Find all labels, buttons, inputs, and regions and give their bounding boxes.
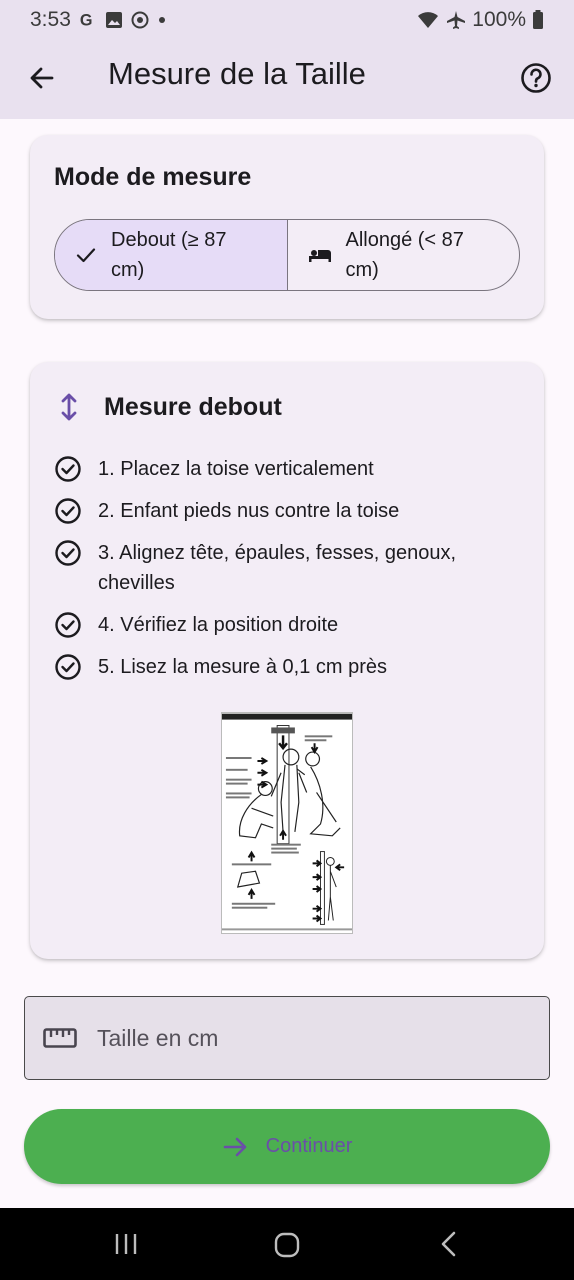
mode-segmented-control: Debout (≥ 87 cm) Allongé (< 87 cm) [54, 219, 520, 291]
steps-list: 1. Placez la toise verticalement 2. Enfa… [54, 454, 514, 694]
mode-card: Mode de mesure Debout (≥ 87 cm) Allongé … [30, 135, 544, 319]
page-title: Mesure de la Taille [108, 56, 366, 91]
help-circle-icon [521, 63, 551, 93]
mode-card-title: Mode de mesure [54, 163, 252, 191]
check-circle-icon [55, 612, 81, 638]
mode-option-lying-label: Allongé (< 87 cm) [345, 229, 464, 281]
ruler-icon [43, 1028, 77, 1048]
step-item: 1. Placez la toise verticalement [54, 454, 514, 484]
app-bar: Mesure de la Taille [0, 40, 574, 119]
mode-option-standing-label: Debout (≥ 87 cm) [111, 229, 227, 281]
step-text: 5. Lisez la mesure à 0,1 cm près [98, 656, 388, 678]
check-icon [76, 248, 96, 263]
arrow-right-icon [223, 1137, 246, 1156]
recents-icon[interactable] [114, 1232, 138, 1256]
measure-card-title: Mesure debout [104, 392, 282, 421]
measure-card: Mesure debout 1. Placez la toise vertica… [30, 362, 544, 959]
height-input[interactable] [97, 1024, 497, 1052]
check-circle-icon [55, 654, 81, 680]
vertical-arrows-icon [61, 393, 77, 421]
step-item: 5. Lisez la mesure à 0,1 cm près [54, 652, 514, 682]
back-nav-icon[interactable] [438, 1230, 458, 1258]
measurement-illustration [221, 712, 353, 934]
status-bar: 3:53 G 100% [0, 0, 574, 40]
step-text: 4. Vérifiez la position droite [98, 614, 339, 636]
bed-icon [308, 250, 331, 262]
battery-icon [533, 10, 543, 29]
airplane-icon [447, 11, 466, 29]
status-time: 3:53 [30, 8, 71, 31]
help-button[interactable] [516, 58, 556, 98]
target-icon [131, 11, 149, 29]
check-circle-icon [55, 456, 81, 482]
step-item: 2. Enfant pieds nus contre la toise [54, 496, 514, 526]
step-text: 1. Placez la toise verticalement [98, 458, 374, 480]
dot-icon [158, 17, 165, 23]
battery-percent: 100% [472, 8, 526, 31]
back-button[interactable] [22, 58, 62, 98]
check-circle-icon [55, 498, 81, 524]
step-text: 2. Enfant pieds nus contre la toise [98, 500, 400, 522]
continue-button-label: Continuer [265, 1135, 353, 1157]
step-item: 4. Vérifiez la position droite [54, 610, 514, 640]
wifi-icon [418, 12, 439, 28]
google-icon: G [80, 11, 93, 29]
photo-icon [105, 12, 122, 28]
mode-option-standing[interactable]: Debout (≥ 87 cm) [55, 220, 288, 290]
home-icon[interactable] [274, 1232, 300, 1258]
continue-button[interactable]: Continuer [24, 1109, 550, 1184]
step-item: 3. Alignez tête, épaules, fesses, genoux… [54, 538, 514, 598]
mode-option-lying[interactable]: Allongé (< 87 cm) [288, 220, 520, 290]
step-text: 3. Alignez tête, épaules, fesses, genoux… [98, 542, 457, 594]
svg-text:G: G [80, 11, 93, 29]
arrow-left-icon [30, 67, 54, 89]
height-input-field[interactable] [24, 996, 550, 1080]
system-nav-bar [0, 1208, 574, 1280]
check-circle-icon [55, 540, 81, 566]
